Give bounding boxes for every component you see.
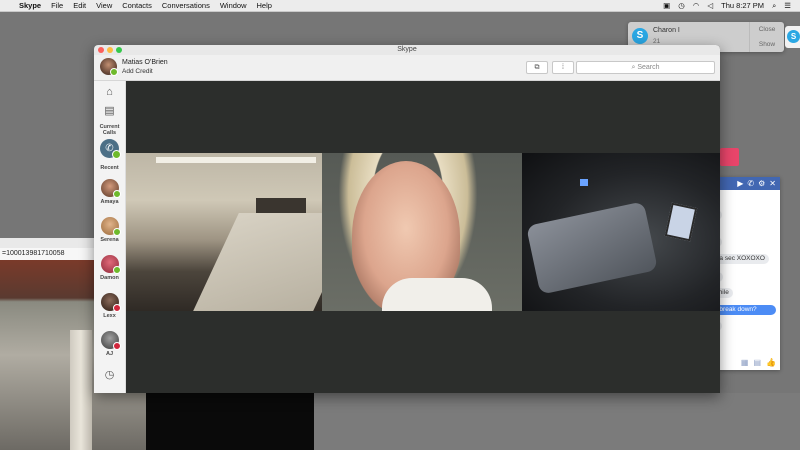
skype-sidebar: ⌂ ▤ Current Calls ✆ Recent Amaya Serena …: [94, 81, 126, 393]
gif-icon[interactable]: ▤: [753, 358, 761, 367]
spotlight-icon[interactable]: ⌕: [772, 1, 776, 11]
like-icon[interactable]: 👍: [766, 358, 776, 367]
skype-window-title: Skype: [94, 45, 720, 55]
contact-avatar-serena[interactable]: [101, 217, 121, 236]
desktop-lower-area: [314, 393, 800, 450]
notification-center-icon[interactable]: ☰: [784, 1, 791, 10]
notification-close-button[interactable]: Close: [750, 22, 784, 37]
new-conversation-button[interactable]: ⧉: [526, 61, 548, 74]
skype-window[interactable]: Skype Matias O'Brien Add Credit ⧉ ⁞ ⌕ Se…: [94, 45, 720, 393]
status-dot: [113, 228, 121, 236]
skype-tray[interactable]: S: [785, 26, 800, 48]
notification-show-button[interactable]: Show: [750, 37, 784, 52]
messenger-chat-panel[interactable]: ▶ ✆ ⚙ ✕ u ? n a sec XOXOXO m while u bre…: [710, 177, 780, 370]
menu-edit[interactable]: Edit: [73, 1, 86, 10]
video-feed-hospital-room[interactable]: [522, 153, 720, 311]
status-dot: [113, 266, 121, 274]
menubar-clock[interactable]: Thu 8:27 PM: [721, 1, 764, 10]
video-call-icon[interactable]: ▶: [737, 177, 743, 190]
contact-avatar-lexx[interactable]: [101, 293, 121, 312]
settings-icon[interactable]: ⚙: [758, 177, 765, 190]
menu-help[interactable]: Help: [257, 1, 272, 10]
hospital-bed: [526, 201, 658, 295]
menu-file[interactable]: File: [51, 1, 63, 10]
online-status-dot: [112, 150, 121, 159]
contacts-book-icon[interactable]: ▤: [103, 105, 116, 118]
contact-label-aj[interactable]: AJ: [94, 351, 125, 357]
contact-avatar-damon[interactable]: [101, 255, 121, 274]
messenger-messages: u ? n a sec XOXOXO m while u break down?…: [710, 190, 780, 355]
current-call-button[interactable]: ✆: [100, 139, 121, 159]
home-icon[interactable]: ⌂: [103, 86, 116, 99]
contact-avatar-aj[interactable]: [101, 331, 121, 350]
window-close-button[interactable]: [98, 47, 104, 53]
close-icon[interactable]: ✕: [769, 177, 776, 190]
timemachine-icon[interactable]: ◷: [678, 1, 685, 10]
notification-subtitle: 21: [653, 38, 661, 45]
menu-app-name[interactable]: Skype: [19, 1, 41, 10]
skype-status-icon[interactable]: ▣: [663, 1, 670, 10]
menu-conversations[interactable]: Conversations: [162, 1, 210, 10]
sticker-icon[interactable]: ▦: [741, 358, 749, 367]
skype-logo-icon: S: [787, 30, 800, 43]
messenger-footer: ▦ ▤ 👍: [710, 355, 780, 370]
laptop-screen: [664, 202, 698, 242]
menu-window[interactable]: Window: [220, 1, 247, 10]
user-name[interactable]: Matias O'Brien: [122, 59, 168, 66]
skype-logo-icon: S: [632, 28, 648, 44]
user-avatar[interactable]: [100, 58, 118, 76]
video-feed-crying-person[interactable]: [322, 153, 522, 311]
add-credit-link[interactable]: Add Credit: [122, 68, 153, 75]
messenger-header: ▶ ✆ ⚙ ✕: [710, 177, 780, 190]
status-dot: [113, 190, 121, 198]
history-clock-icon[interactable]: ◷: [103, 369, 116, 382]
contact-label-lexx[interactable]: Lexx: [94, 313, 125, 319]
wifi-icon[interactable]: ◠: [693, 1, 700, 10]
video-pillar: [70, 330, 92, 450]
phone-icon[interactable]: ✆: [747, 177, 754, 190]
menu-contacts[interactable]: Contacts: [122, 1, 152, 10]
volume-icon[interactable]: ◁: [707, 1, 713, 10]
video-feed-subway[interactable]: [126, 153, 322, 311]
recent-label: Recent: [100, 165, 119, 171]
background-window-dark: [146, 393, 314, 450]
window-zoom-button[interactable]: [116, 47, 122, 53]
menu-bar: Skype File Edit View Contacts Conversati…: [0, 0, 800, 12]
status-dot: [113, 342, 121, 350]
dialpad-button[interactable]: ⁞: [552, 61, 574, 74]
contact-avatar-amaya[interactable]: [101, 179, 121, 198]
shirt: [382, 278, 492, 311]
notification-actions: Close Show: [749, 22, 784, 52]
window-minimize-button[interactable]: [107, 47, 113, 53]
online-status-dot: [110, 68, 118, 76]
search-placeholder: Search: [637, 64, 660, 71]
subway-platform: [193, 213, 322, 311]
notification-name: Charon I: [653, 27, 680, 34]
contact-label-amaya[interactable]: Amaya: [94, 199, 125, 205]
pink-button[interactable]: [720, 148, 739, 166]
group-call-area: [126, 81, 720, 393]
status-dot: [113, 304, 121, 312]
skype-header: Matias O'Brien Add Credit ⧉ ⁞ ⌕ Search: [94, 55, 720, 81]
search-input[interactable]: ⌕ Search: [576, 61, 715, 74]
current-calls-label: Current Calls: [99, 124, 120, 136]
contact-label-damon[interactable]: Damon: [94, 275, 125, 281]
menu-view[interactable]: View: [96, 1, 112, 10]
ceiling-lights: [156, 157, 316, 163]
monitor-light: [580, 179, 588, 186]
contact-label-serena[interactable]: Serena: [94, 237, 125, 243]
